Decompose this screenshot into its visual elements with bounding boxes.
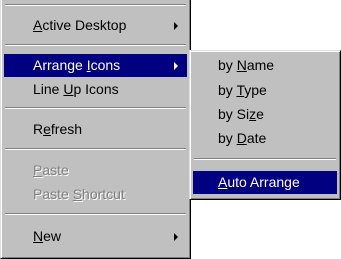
menu-item-label: Line Up Icons xyxy=(33,81,119,97)
menu-item-refresh[interactable]: Refresh xyxy=(4,118,187,141)
submenu-arrow-icon xyxy=(174,22,178,30)
menu-item-label: by Type xyxy=(218,82,267,98)
menu-item-paste: Paste xyxy=(4,159,187,182)
submenu-item-by-size[interactable]: by Size xyxy=(193,103,337,126)
menu-item-label: by Name xyxy=(218,57,275,73)
submenu-item-by-type[interactable]: by Type xyxy=(193,79,337,102)
menu-separator xyxy=(5,107,186,109)
menu-item-label: Paste xyxy=(33,162,69,178)
menu-separator xyxy=(5,44,186,46)
submenu-arrow-icon xyxy=(174,233,178,241)
menu-separator xyxy=(5,213,186,215)
menu-item-line-up-icons[interactable]: Line Up Icons xyxy=(4,78,187,101)
menu-item-label: Refresh xyxy=(33,121,83,137)
menu-item-label: Paste Shortcut xyxy=(33,186,125,202)
menu-item-new[interactable]: New xyxy=(4,225,187,248)
menu-item-label: New xyxy=(33,228,62,244)
menu-separator xyxy=(5,4,186,6)
menu-item-active-desktop[interactable]: Active Desktop xyxy=(4,14,187,37)
arrange-icons-submenu: by Name by Type by Size by Date Auto Arr… xyxy=(189,50,341,200)
menu-item-arrange-icons[interactable]: Arrange Icons xyxy=(4,54,187,77)
menu-item-label: Auto Arrange xyxy=(218,174,300,190)
menu-item-paste-shortcut: Paste Shortcut xyxy=(4,183,187,206)
menu-item-label: by Date xyxy=(218,130,267,146)
menu-item-label: by Size xyxy=(218,106,264,122)
menu-item-label: Active Desktop xyxy=(33,17,127,33)
menu-separator xyxy=(5,148,186,150)
submenu-arrow-icon xyxy=(174,62,178,70)
submenu-item-auto-arrange[interactable]: Auto Arrange xyxy=(193,171,337,194)
menu-separator xyxy=(194,158,336,160)
desktop-context-menu: Active Desktop Arrange Icons Line Up Ico… xyxy=(0,0,191,259)
submenu-item-by-name[interactable]: by Name xyxy=(193,54,337,77)
submenu-item-by-date[interactable]: by Date xyxy=(193,127,337,150)
menu-item-label: Arrange Icons xyxy=(33,57,121,73)
